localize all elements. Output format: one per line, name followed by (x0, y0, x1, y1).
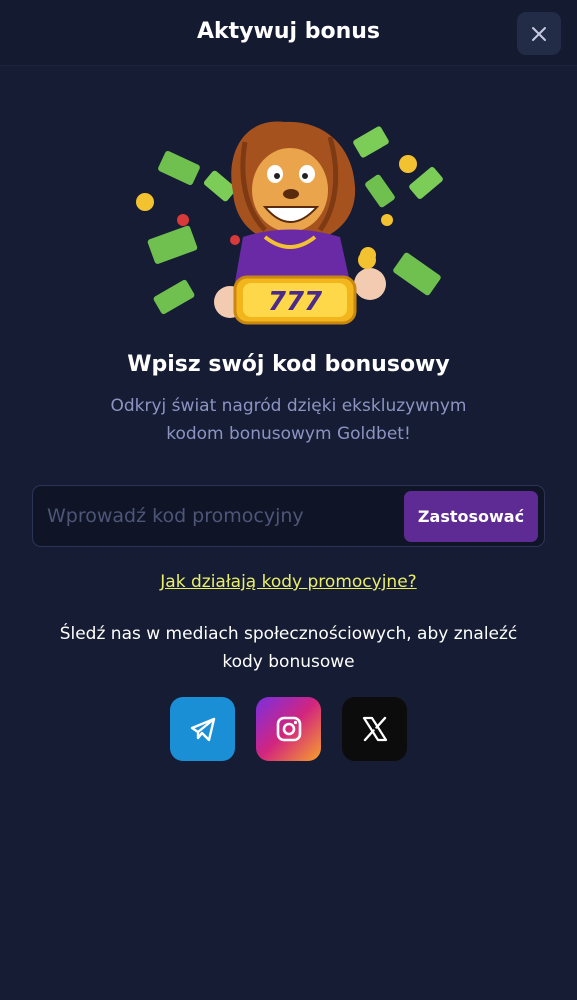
instagram-button[interactable] (256, 697, 321, 761)
subtitle-line: Odkryj świat nagród dzięki ekskluzywnym (110, 396, 467, 416)
subtitle-line: kodom bonusowym Goldbet! (166, 424, 411, 444)
subtitle: Odkryj świat nagród dzięki ekskluzywnym … (90, 392, 487, 448)
close-button[interactable] (517, 12, 561, 55)
follow-us-text: Śledź nas w mediach społecznościowych, a… (40, 620, 537, 676)
headline: Wpisz swój kod bonusowy (127, 352, 450, 377)
lion-mascot-illustration: 777 (136, 121, 443, 325)
modal-header: Aktywuj bonus (0, 0, 577, 66)
x-icon (362, 716, 387, 742)
reel-text: 777 (268, 287, 323, 317)
instagram-icon (276, 716, 301, 742)
close-icon (532, 26, 546, 41)
modal-title: Aktywuj bonus (197, 19, 380, 44)
x-button[interactable] (342, 697, 407, 761)
telegram-icon (190, 717, 215, 742)
apply-button[interactable]: Zastosować (404, 491, 538, 542)
follow-line: kody bonusowe (222, 652, 355, 672)
telegram-button[interactable] (170, 697, 235, 761)
follow-line: Śledź nas w mediach społecznościowych, a… (59, 624, 518, 644)
how-promo-codes-work-link[interactable]: Jak działają kody promocyjne? (0, 572, 577, 592)
promo-code-input[interactable] (47, 487, 397, 545)
promo-code-form: Zastosować (32, 485, 545, 547)
